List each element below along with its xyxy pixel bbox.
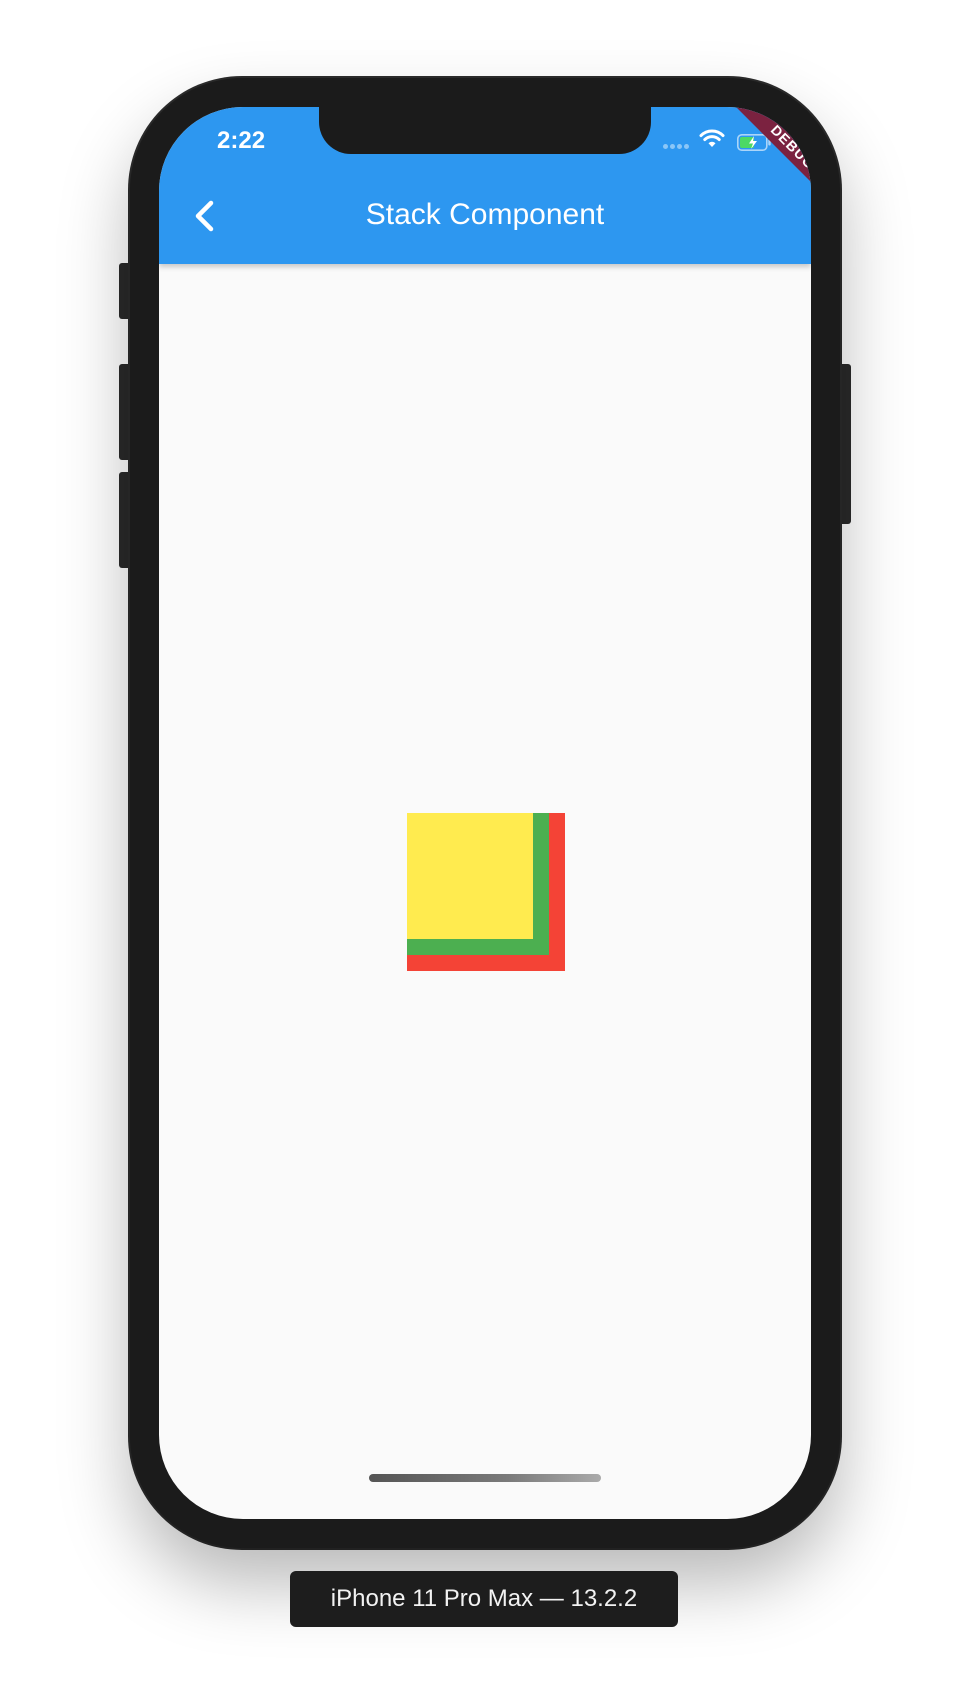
back-button[interactable] — [181, 191, 229, 239]
wifi-icon — [699, 129, 725, 149]
notch — [319, 107, 651, 154]
status-time: 2:22 — [217, 127, 266, 154]
page-title: Stack Component — [365, 198, 605, 231]
yellow-square — [407, 813, 533, 939]
phone-frame: 2:22 Stack Component DEBUG — [130, 78, 840, 1548]
battery-charging-icon — [737, 134, 773, 151]
device-label: iPhone 11 Pro Max — 13.2.2 — [290, 1571, 678, 1627]
chevron-left-icon — [195, 200, 214, 232]
phone-screen: 2:22 Stack Component DEBUG — [159, 107, 811, 1519]
home-indicator[interactable] — [369, 1474, 601, 1482]
power-button — [839, 364, 851, 524]
stacked-squares — [407, 813, 565, 971]
signal-icon — [663, 144, 693, 150]
